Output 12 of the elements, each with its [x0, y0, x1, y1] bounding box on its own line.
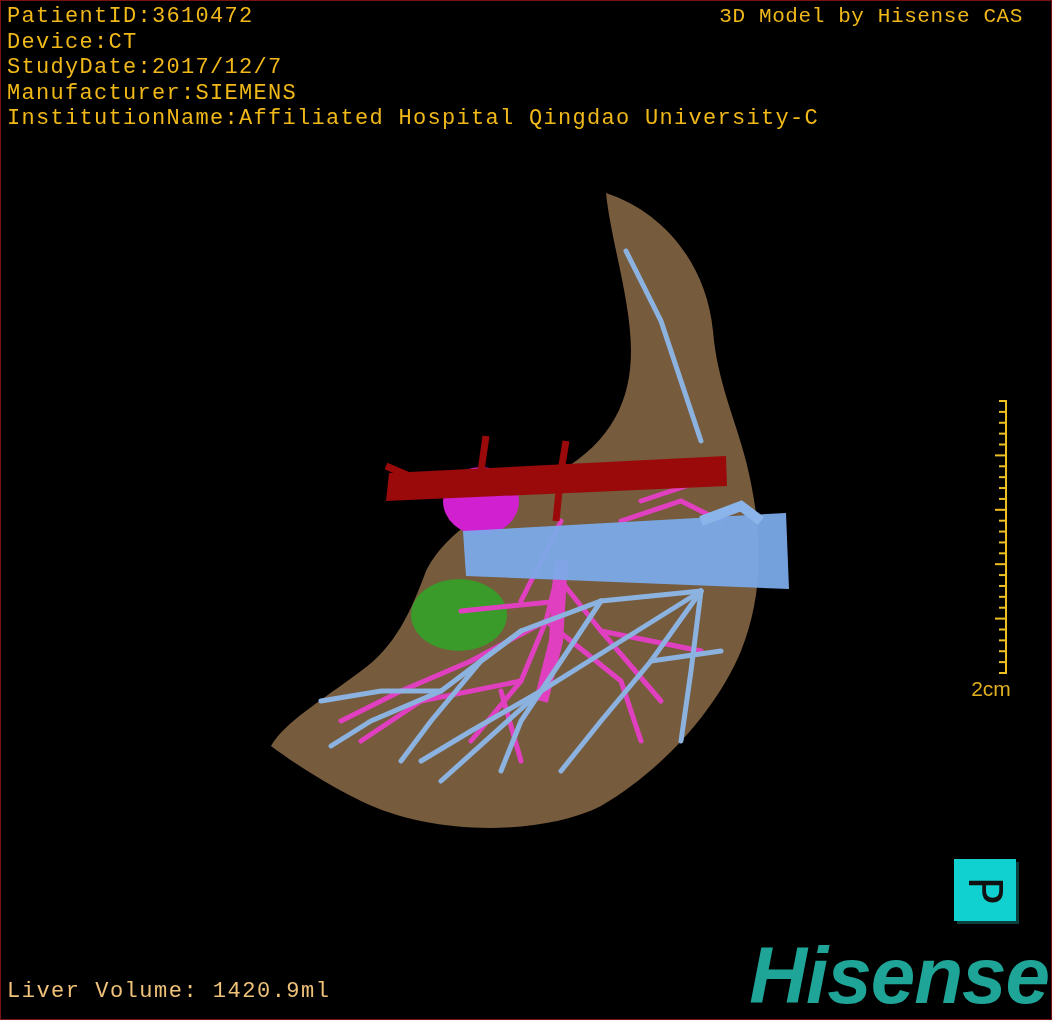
orientation-letter: P: [962, 876, 1008, 904]
patient-info-text: PatientID:3610472: [7, 4, 254, 30]
scale-ruler-icon: [995, 399, 1007, 675]
orientation-cube[interactable]: P: [954, 859, 1016, 921]
liver-volume-text: Liver Volume: 1420.9ml: [7, 979, 331, 1005]
patient-info-text: Manufacturer:SIEMENS: [7, 80, 298, 107]
scale-label: 2cm: [971, 677, 1011, 701]
patient-info-text: InstitutionName:Affiliated Hospital Qingdao University-C: [7, 106, 820, 132]
patient-info-text: StudyDate:2017/12/7: [7, 55, 283, 81]
patient-info-text: Device:CT: [7, 29, 138, 56]
credit-text: 3D Model by Hisense CAS: [719, 4, 1023, 30]
brand-logo: Hisense: [749, 939, 1049, 1013]
